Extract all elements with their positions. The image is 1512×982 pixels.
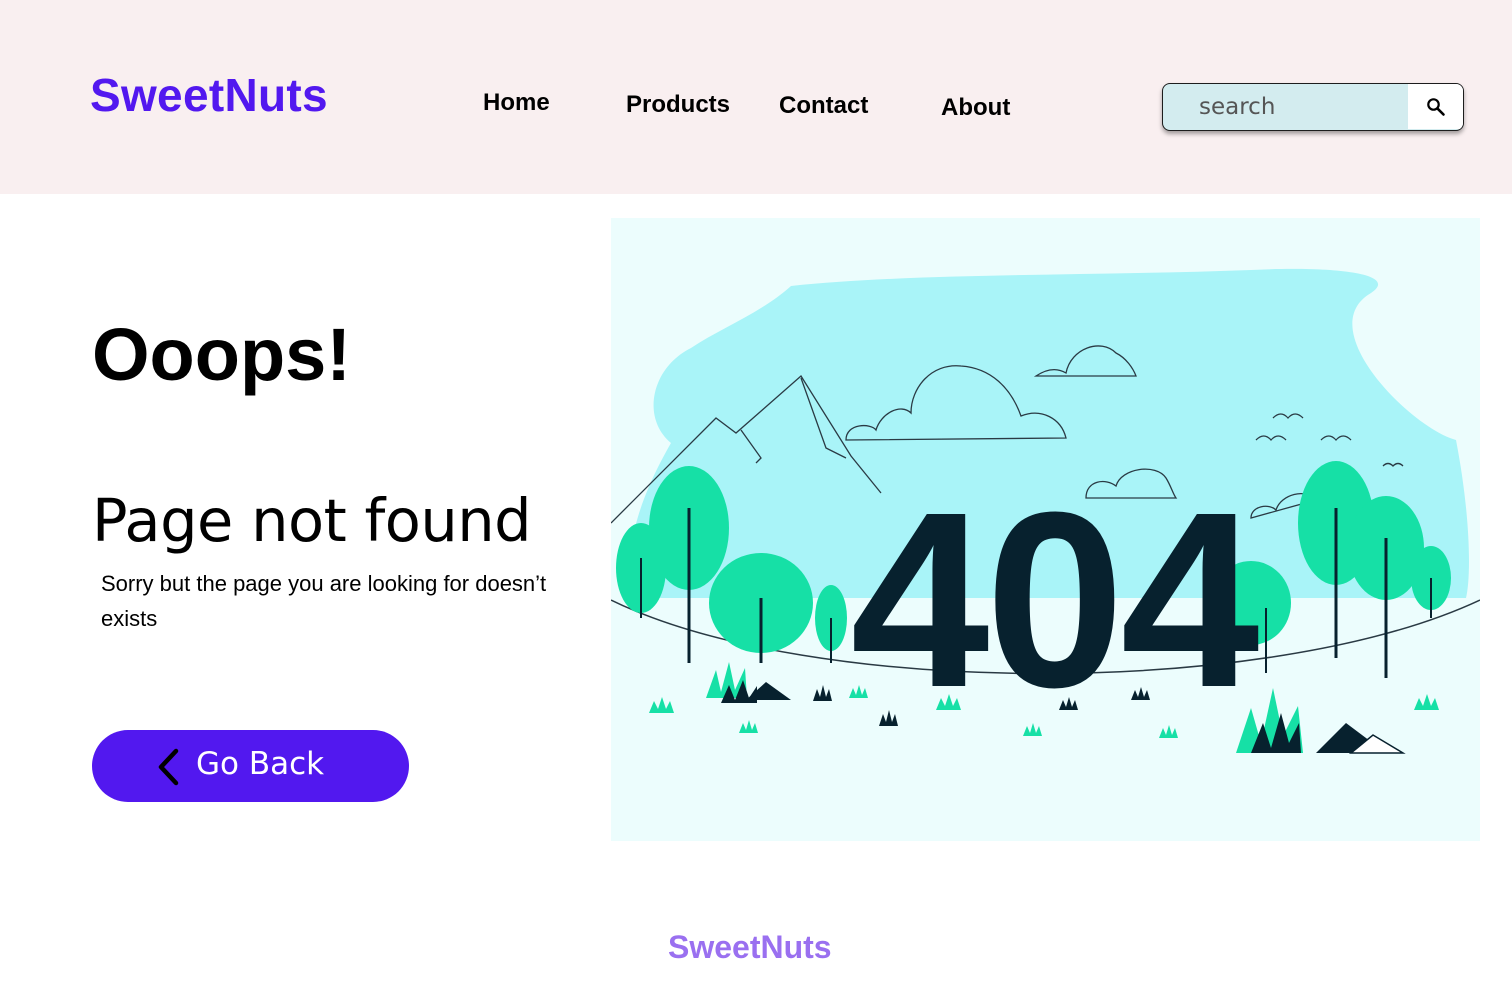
error-message: Sorry but the page you are looking for d… — [101, 571, 547, 631]
nav-products-link[interactable]: Products — [626, 91, 730, 119]
search-icon — [1426, 97, 1445, 116]
go-back-label: Go Back — [196, 746, 325, 782]
error-code: 404 — [850, 460, 1258, 739]
404-landscape-illustration: 404 — [611, 268, 1480, 754]
nav-about-link[interactable]: About — [941, 94, 1010, 122]
footer-brand-logo[interactable]: SweetNuts — [668, 929, 832, 966]
search-input[interactable] — [1163, 84, 1409, 129]
404-illustration: 404 — [611, 218, 1480, 841]
nav-contact-link[interactable]: Contact — [779, 92, 868, 120]
page-title: Ooops! — [92, 313, 351, 396]
go-back-button[interactable]: Go Back — [92, 730, 409, 802]
site-header: SweetNuts Home Products Contact About — [0, 0, 1512, 194]
page-subtitle: Page not found — [92, 486, 532, 555]
chevron-left-icon — [158, 748, 179, 786]
search-button[interactable] — [1408, 84, 1463, 129]
nav-home-link[interactable]: Home — [483, 89, 550, 117]
brand-logo[interactable]: SweetNuts — [90, 68, 328, 122]
search-box — [1162, 83, 1464, 131]
